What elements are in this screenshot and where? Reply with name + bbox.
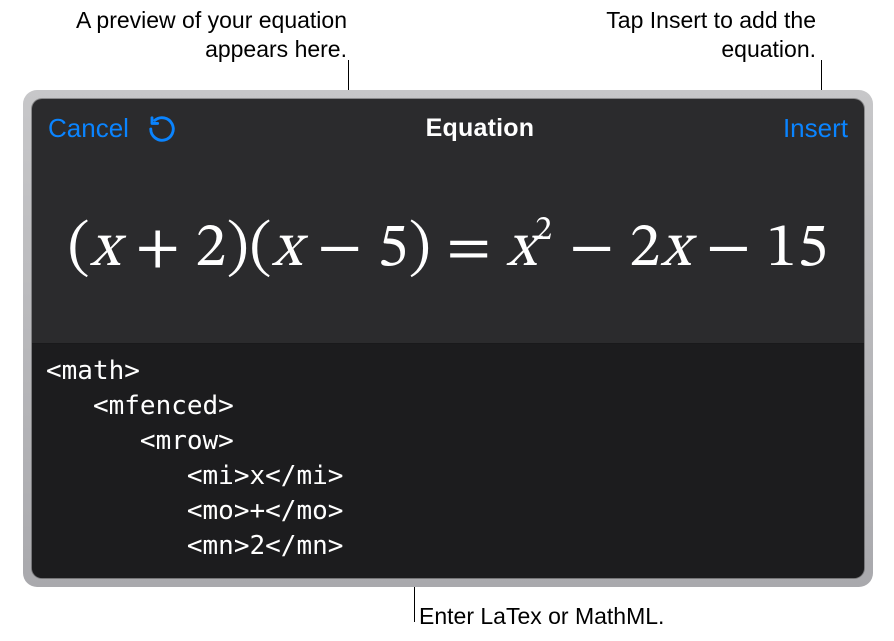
equation-dialog-frame: Cancel Equation Insert (x + 2)(x − 5) = …	[23, 90, 873, 587]
code-input[interactable]: <math> <mfenced> <mrow> <mi>x</mi> <mo>+…	[32, 344, 864, 578]
insert-button[interactable]: Insert	[783, 113, 848, 144]
equation-rendered: (x + 2)(x − 5) = x2 − 2x − 15	[67, 210, 828, 288]
dialog-header: Cancel Equation Insert	[32, 99, 864, 154]
equation-preview-area: (x + 2)(x − 5) = x2 − 2x − 15	[32, 154, 864, 344]
equation-dialog: Cancel Equation Insert (x + 2)(x − 5) = …	[32, 99, 864, 578]
cancel-button[interactable]: Cancel	[48, 113, 129, 144]
dialog-title: Equation	[426, 114, 535, 143]
callout-insert-text: Tap Insert to add the equation.	[591, 6, 816, 64]
callout-preview-text: A preview of your equation appears here.	[57, 6, 347, 64]
callout-code-text: Enter LaTex or MathML.	[419, 602, 664, 631]
undo-icon[interactable]	[147, 114, 177, 144]
